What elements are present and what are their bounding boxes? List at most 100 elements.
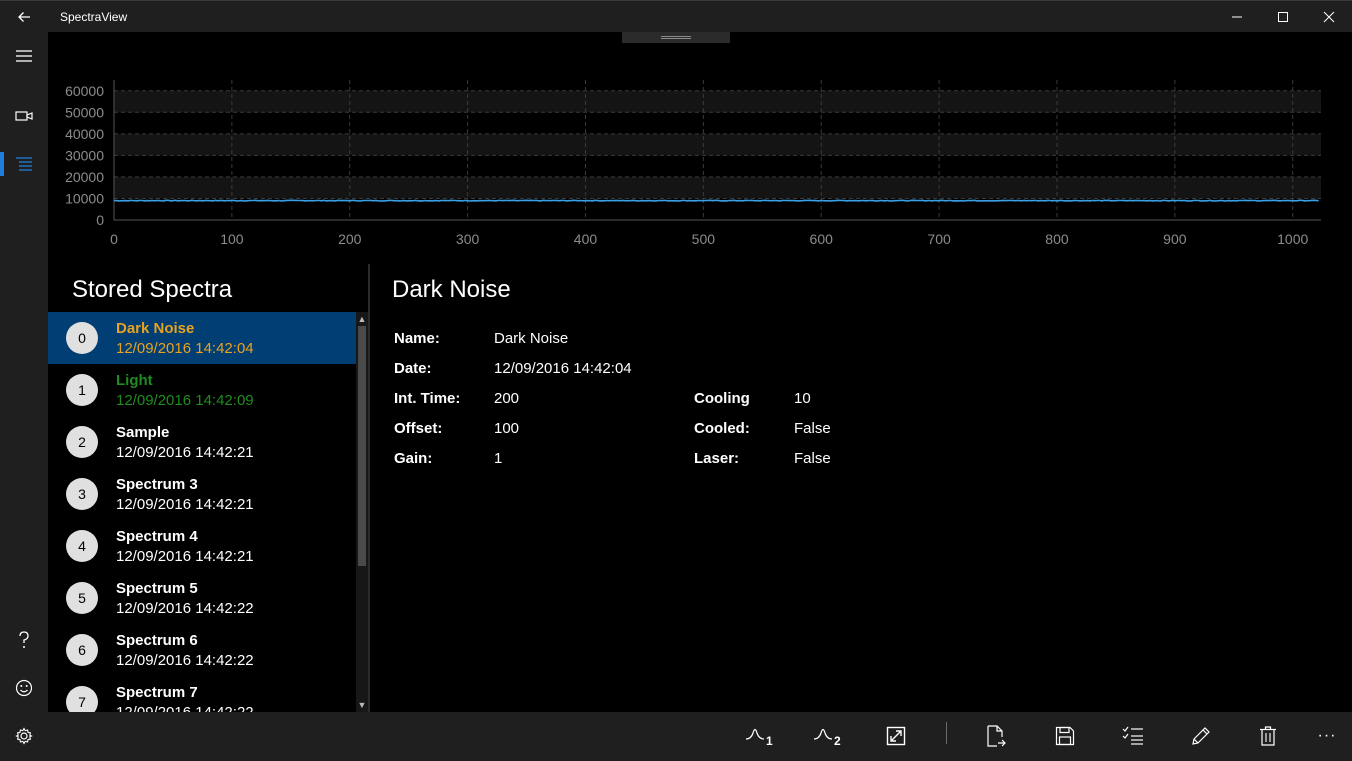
spectrum-chart[interactable]: 0 10000 20000 30000 40000 50000 60000 0 100 200 30… [48,32,1352,264]
back-arrow-icon [18,11,30,22]
more-button[interactable]: ··· [1303,718,1351,754]
name-value: Dark Noise [494,330,569,347]
peak-2-button[interactable]: 2 [804,718,852,754]
chart-band [114,176,1321,199]
delete-icon [1260,726,1276,746]
peak-2-subscript: 2 [834,734,841,747]
edit-icon [1192,727,1210,745]
select-items-button[interactable] [1109,718,1157,754]
y-tick-label: 60000 [65,83,104,99]
chart-band [114,90,1321,113]
list-item[interactable]: 4 Spectrum 4 12/09/2016 14:42:21 [48,520,356,572]
peak-1-subscript: 1 [766,734,773,747]
item-date: 12/09/2016 14:42:21 [116,548,254,565]
spectrum-series-line [114,199,1319,202]
item-index-badge: 3 [66,478,98,510]
item-date: 12/09/2016 14:42:21 [116,444,254,461]
list-item[interactable]: 7 Spectrum 7 12/09/2016 14:42:22 [48,676,356,712]
help-button[interactable] [0,616,48,664]
x-tick-label: 800 [1045,231,1069,247]
close-button[interactable] [1306,1,1352,33]
offset-label: Offset: [394,420,443,437]
cooling-label: Cooling [694,390,750,407]
title-bar: SpectraView [0,0,1352,32]
item-name: Spectrum 4 [116,528,198,545]
settings-button[interactable] [0,712,48,760]
scroll-thumb[interactable] [358,326,366,566]
item-name: Sample [116,424,170,441]
edit-button[interactable] [1177,718,1225,754]
command-bar: 1 2 ··· [48,712,1352,761]
item-index-badge: 4 [66,530,98,562]
item-date: 12/09/2016 14:42:22 [116,652,254,669]
item-name: Dark Noise [116,320,195,337]
list-item[interactable]: 0 Dark Noise 12/09/2016 14:42:04 [48,312,356,364]
list-item[interactable]: 5 Spectrum 5 12/09/2016 14:42:22 [48,572,356,624]
gain-label: Gain: [394,450,433,467]
nav-rail [0,32,48,761]
x-tick-label: 0 [110,231,118,247]
cooling-value: 10 [794,390,811,407]
offset-value: 100 [494,420,520,437]
detail-title: Dark Noise [392,276,511,303]
x-tick-label: 600 [810,231,834,247]
y-tick-label: 0 [96,212,104,228]
gain-value: 1 [494,450,503,467]
list-item[interactable]: 3 Spectrum 3 12/09/2016 14:42:21 [48,468,356,520]
item-name: Spectrum 3 [116,476,198,493]
list-item[interactable]: 6 Spectrum 6 12/09/2016 14:42:22 [48,624,356,676]
hamburger-icon [16,50,32,62]
item-date: 12/09/2016 14:42:21 [116,496,254,513]
int-time-label: Int. Time: [394,390,461,407]
help-icon [19,631,29,648]
maximize-icon [1278,12,1288,22]
item-date: 12/09/2016 14:42:22 [116,600,254,617]
nav-acquire-button[interactable] [0,92,48,140]
item-index-badge: 5 [66,582,98,614]
y-tick-label: 20000 [65,169,104,185]
peak-1-button[interactable]: 1 [736,718,784,754]
maximize-button[interactable] [1260,1,1306,33]
delete-button[interactable] [1244,718,1292,754]
checklist-icon [1122,726,1143,745]
x-tick-label: 300 [456,231,480,247]
item-name: Light [116,372,153,389]
list-scrollbar[interactable]: ▲ ▼ [356,312,368,712]
command-separator [946,722,947,744]
close-icon [1323,11,1335,23]
y-tick-label: 10000 [65,190,104,206]
back-button[interactable] [0,1,48,33]
x-tick-label: 1000 [1277,231,1308,247]
peak-1-icon: 1 [745,728,773,747]
minimize-button[interactable] [1214,1,1260,33]
save-button[interactable] [1041,718,1089,754]
hamburger-menu-button[interactable] [0,32,48,80]
item-name: Spectrum 7 [116,684,198,701]
stored-spectra-list: 0 Dark Noise 12/09/2016 14:42:04 1 Light… [48,312,358,712]
item-name: Spectrum 5 [116,580,198,597]
nav-list-button[interactable] [0,140,48,188]
x-tick-label: 100 [220,231,244,247]
export-button[interactable] [972,718,1020,754]
scroll-up-arrow-icon[interactable]: ▲ [356,312,368,326]
name-label: Name: [394,330,440,347]
item-date: 12/09/2016 14:42:09 [116,392,254,409]
x-tick-label: 400 [574,231,598,247]
scroll-down-arrow-icon[interactable]: ▼ [356,698,368,712]
item-date: 12/09/2016 14:42:04 [116,340,254,357]
y-tick-label: 40000 [65,126,104,142]
item-date: 12/09/2016 14:42:22 [116,704,254,712]
chart-resize-handle[interactable] [622,32,730,43]
zoom-fit-button[interactable] [872,718,920,754]
date-label: Date: [394,360,432,377]
item-name: Spectrum 6 [116,632,198,649]
smiley-icon [15,679,33,697]
list-item[interactable]: 2 Sample 12/09/2016 14:42:21 [48,416,356,468]
item-index-badge: 0 [66,322,98,354]
feedback-button[interactable] [0,664,48,712]
list-item[interactable]: 1 Light 12/09/2016 14:42:09 [48,364,356,416]
zoom-fit-icon [886,726,906,746]
x-tick-label: 500 [692,231,716,247]
save-icon [1055,726,1075,746]
export-icon [987,725,1006,747]
